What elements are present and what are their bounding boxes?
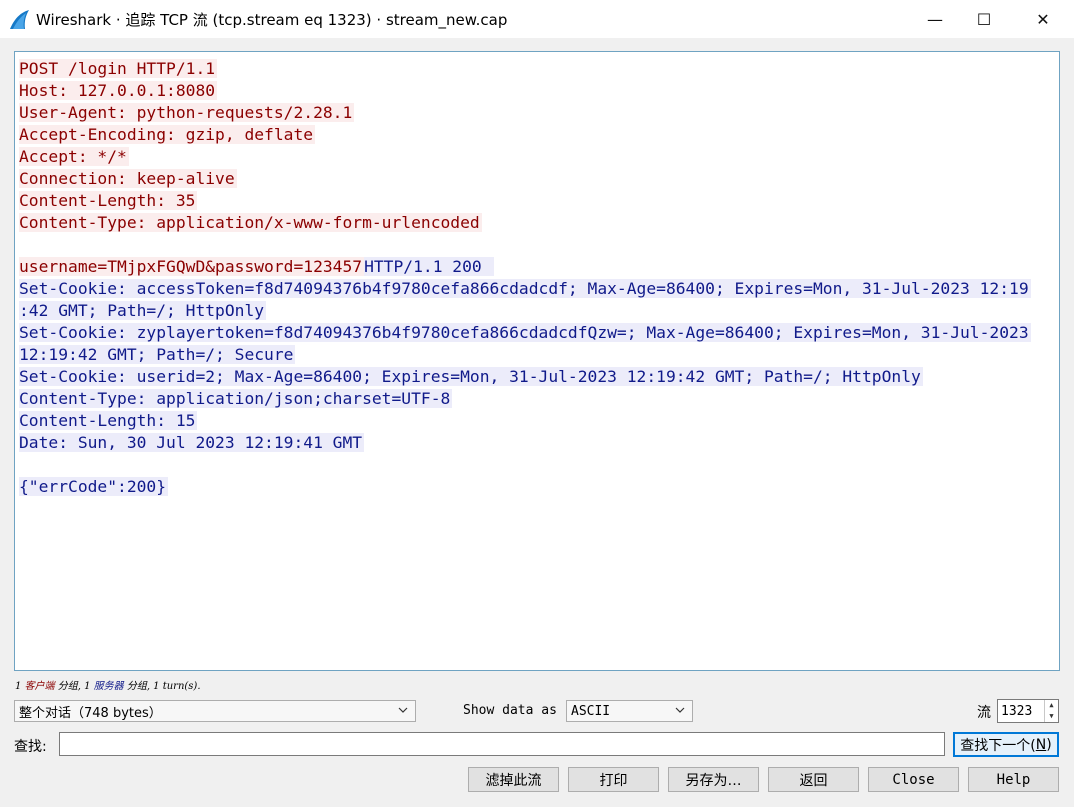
stream-line: Connection: keep-alive — [19, 168, 1053, 190]
stream-number-value: 1323 — [1001, 703, 1033, 719]
stream-number-label: 流 — [977, 705, 991, 721]
close-button[interactable]: Close — [868, 767, 959, 792]
find-input[interactable] — [59, 732, 945, 756]
stream-number-spinner[interactable]: 1323 ▲ ▼ — [997, 699, 1059, 723]
client-text: Host: 127.0.0.1:8080 — [19, 81, 218, 100]
stream-line: Host: 127.0.0.1:8080 — [19, 80, 1053, 102]
show-data-as-value: ASCII — [571, 703, 611, 719]
window-title: Wireshark · 追踪 TCP 流 (tcp.stream eq 1323… — [36, 11, 508, 29]
spin-arrows[interactable]: ▲ ▼ — [1044, 700, 1058, 722]
summary-mid: 分组, 1 — [54, 681, 94, 692]
server-text: Date: Sun, 30 Jul 2023 12:19:41 GMT — [19, 433, 365, 452]
find-next-label: 查找下一个( — [960, 737, 1036, 754]
stream-line: Content-Length: 15 — [19, 410, 1053, 432]
server-text: Content-Type: application/json;charset=U… — [19, 389, 453, 408]
conversation-select[interactable]: 整个对话（748 bytes） — [14, 700, 416, 722]
stream-line: Content-Type: application/x-www-form-url… — [19, 212, 1053, 234]
show-data-as-label: Show data as — [463, 703, 557, 718]
save-as-button[interactable]: 另存为… — [668, 767, 759, 792]
stream-line: 12:19:42 GMT; Path=/; Secure — [19, 344, 1053, 366]
stream-content: POST /login HTTP/1.1 Host: 127.0.0.1:8080… — [19, 58, 1053, 498]
summary-tail: 分组, 1 turn(s). — [123, 681, 201, 692]
find-next-tail: ) — [1046, 736, 1052, 753]
client-text: username=TMjpxFGQwD&password=123457 — [19, 257, 365, 276]
stream-line — [19, 234, 1053, 256]
conversation-select-value: 整个对话（748 bytes） — [19, 705, 162, 721]
chevron-down-icon — [675, 707, 685, 713]
stream-text-area[interactable]: POST /login HTTP/1.1 Host: 127.0.0.1:8080… — [14, 51, 1060, 671]
filter-out-stream-button[interactable]: 滤掉此流 — [468, 767, 559, 792]
server-label: 服务器 — [93, 681, 124, 692]
spin-up-icon[interactable]: ▲ — [1045, 700, 1058, 711]
find-next-hotkey: N — [1035, 736, 1047, 753]
help-button[interactable]: Help — [968, 767, 1059, 792]
packet-summary: 1 客户端 分组, 1 服务器 分组, 1 turn(s). — [15, 677, 201, 692]
stream-line: {"errCode":200} — [19, 476, 1053, 498]
back-button[interactable]: 返回 — [768, 767, 859, 792]
client-text: Content-Length: 35 — [19, 191, 198, 210]
stream-line: POST /login HTTP/1.1 — [19, 58, 1053, 80]
server-text: {"errCode":200} — [19, 477, 169, 496]
client-text: Accept-Encoding: gzip, deflate — [19, 125, 316, 144]
stream-line: Set-Cookie: userid=2; Max-Age=86400; Exp… — [19, 366, 1053, 388]
server-text: 12:19:42 GMT; Path=/; Secure — [19, 345, 296, 364]
stream-line: Accept: */* — [19, 146, 1053, 168]
stream-line: Set-Cookie: zyplayertoken=f8d74094376b4f… — [19, 322, 1053, 344]
print-button[interactable]: 打印 — [568, 767, 659, 792]
stream-line: Content-Type: application/json;charset=U… — [19, 388, 1053, 410]
server-text: Set-Cookie: userid=2; Max-Age=86400; Exp… — [19, 367, 923, 386]
stream-line: User-Agent: python-requests/2.28.1 — [19, 102, 1053, 124]
client-text: Accept: */* — [19, 147, 129, 166]
title-bar: Wireshark · 追踪 TCP 流 (tcp.stream eq 1323… — [0, 0, 1074, 38]
stream-line: username=TMjpxFGQwD&password=123457 HTTP/… — [19, 256, 1053, 278]
show-data-as-select[interactable]: ASCII — [566, 700, 693, 722]
stream-line: Set-Cookie: accessToken=f8d74094376b4f97… — [19, 278, 1053, 300]
stream-line: Accept-Encoding: gzip, deflate — [19, 124, 1053, 146]
server-text: HTTP/1.1 200 — [364, 257, 494, 276]
client-label: 客户端 — [24, 681, 55, 692]
client-count: 1 — [15, 681, 22, 692]
server-text: Set-Cookie: accessToken=f8d74094376b4f97… — [19, 279, 1031, 298]
wireshark-fin-icon — [10, 10, 29, 29]
stream-line: Content-Length: 35 — [19, 190, 1053, 212]
client-text: Connection: keep-alive — [19, 169, 237, 188]
server-text: :42 GMT; Path=/; HttpOnly — [19, 301, 267, 320]
server-text: Content-Length: 15 — [19, 411, 198, 430]
maximize-button[interactable]: ☐ — [960, 0, 1008, 38]
stream-line — [19, 454, 1053, 476]
find-label: 查找: — [14, 739, 47, 755]
client-text: POST /login HTTP/1.1 — [19, 59, 218, 78]
stream-line: Date: Sun, 30 Jul 2023 12:19:41 GMT — [19, 432, 1053, 454]
close-window-button[interactable]: ✕ — [1019, 0, 1067, 38]
spin-down-icon[interactable]: ▼ — [1045, 711, 1058, 722]
client-text: Content-Type: application/x-www-form-url… — [19, 213, 482, 232]
chevron-down-icon — [398, 707, 408, 713]
server-text: Set-Cookie: zyplayertoken=f8d74094376b4f… — [19, 323, 1031, 342]
minimize-button[interactable]: — — [911, 0, 959, 38]
client-text: User-Agent: python-requests/2.28.1 — [19, 103, 355, 122]
find-next-button[interactable]: 查找下一个(N) — [953, 732, 1059, 757]
stream-line: :42 GMT; Path=/; HttpOnly — [19, 300, 1053, 322]
